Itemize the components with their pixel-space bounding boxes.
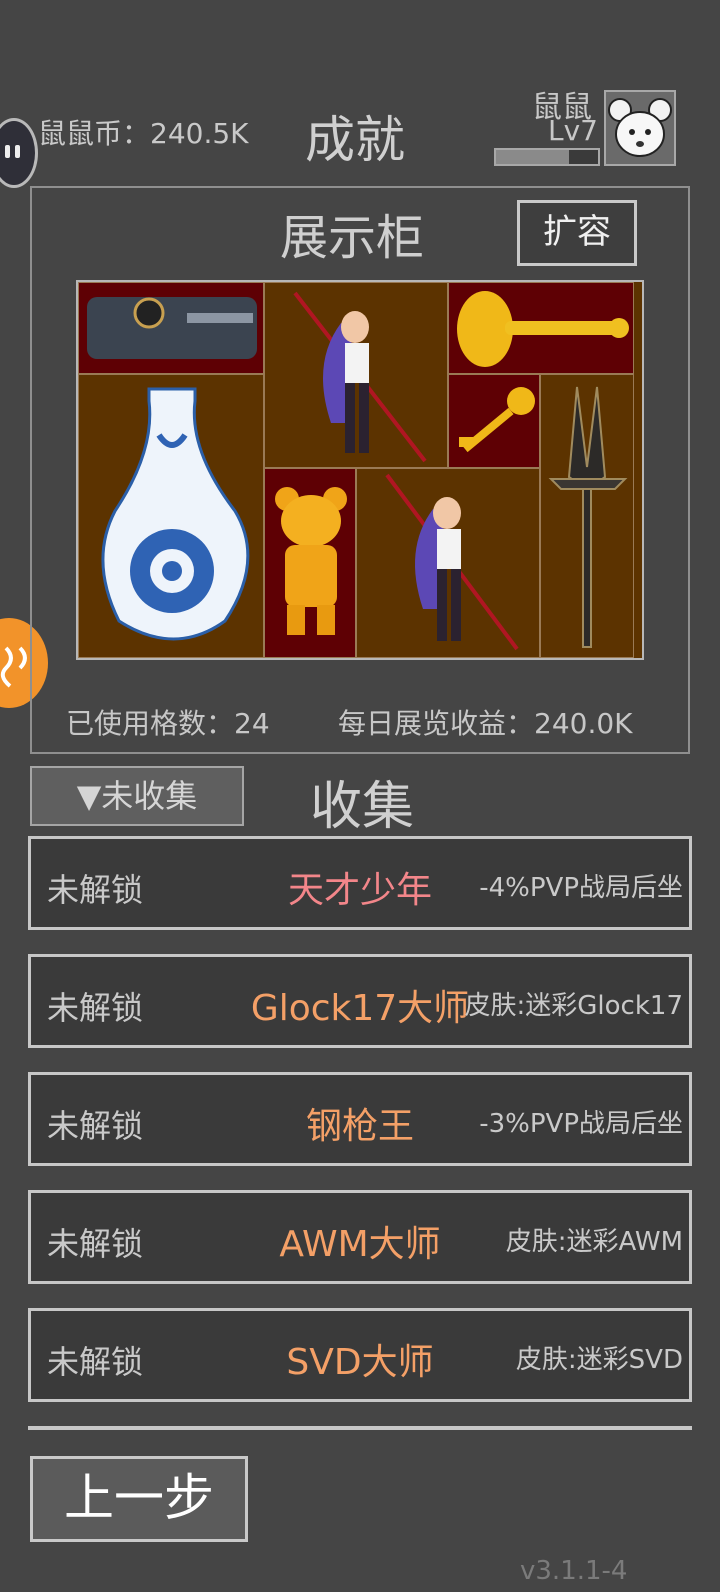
spear-heroine-figure-2-icon [385, 473, 519, 651]
pause-icon-bar [15, 145, 20, 158]
pistol-slide-icon [87, 297, 257, 359]
grid-cell[interactable] [264, 282, 448, 468]
dark-dagger-icon [548, 386, 628, 648]
page-title: 成就 [305, 111, 405, 169]
grid-cell[interactable] [540, 374, 634, 658]
achievement-reward: 皮肤:迷彩SVD [515, 1345, 683, 1375]
achievement-reward: -4%PVP战局后坐 [479, 873, 683, 903]
menu-button[interactable] [0, 118, 38, 188]
player-avatar[interactable] [604, 90, 676, 166]
grid-cell[interactable] [356, 468, 540, 658]
pause-icon [5, 145, 10, 158]
golden-bear-figure-icon [275, 487, 347, 635]
achievement-reward: 皮肤:迷彩AWM [505, 1227, 683, 1257]
cabinet-title: 展示柜 [280, 210, 425, 266]
display-grid [76, 280, 644, 660]
achievement-row[interactable]: 未解锁 SVD大师 皮肤:迷彩SVD [28, 1308, 692, 1402]
grid-cell[interactable] [264, 468, 356, 658]
coin-balance: 鼠鼠币：240.5K [38, 117, 249, 150]
blue-white-vase-icon [101, 387, 250, 641]
used-slots: 已使用格数：24 [66, 707, 270, 740]
xp-progress-fill [496, 150, 570, 164]
achievement-row[interactable]: 未解锁 天才少年 -4%PVP战局后坐 [28, 836, 692, 930]
achievement-row[interactable]: 未解锁 AWM大师 皮肤:迷彩AWM [28, 1190, 692, 1284]
spear-heroine-figure-icon [293, 291, 427, 463]
daily-income: 每日展览收益：240.0K [338, 707, 633, 740]
golden-key-small-icon [459, 387, 535, 453]
achievement-reward: -3%PVP战局后坐 [479, 1109, 683, 1139]
grid-cell[interactable] [448, 374, 540, 468]
grid-cell[interactable] [78, 374, 264, 658]
xp-progress-bar [494, 148, 600, 166]
expand-button[interactable]: 扩容 [517, 200, 637, 266]
player-level: Lv7 [548, 114, 598, 147]
back-button[interactable]: 上一步 [30, 1456, 248, 1542]
achievement-row[interactable]: 未解锁 钢枪王 -3%PVP战局后坐 [28, 1072, 692, 1166]
version-label: v3.1.1-4 [520, 1556, 628, 1586]
collection-title: 收集 [310, 777, 415, 837]
achievement-reward: 皮肤:迷彩Glock17 [464, 991, 683, 1021]
mouse-avatar-icon [608, 98, 672, 157]
achievement-row[interactable]: 未解锁 Glock17大师 皮肤:迷彩Glock17 [28, 954, 692, 1048]
grid-cell[interactable] [448, 282, 634, 374]
next-row-edge [28, 1426, 692, 1430]
golden-key-large-icon [457, 291, 629, 367]
grid-cell[interactable] [78, 282, 264, 374]
collection-filter-dropdown[interactable]: ▼未收集 [30, 766, 244, 826]
